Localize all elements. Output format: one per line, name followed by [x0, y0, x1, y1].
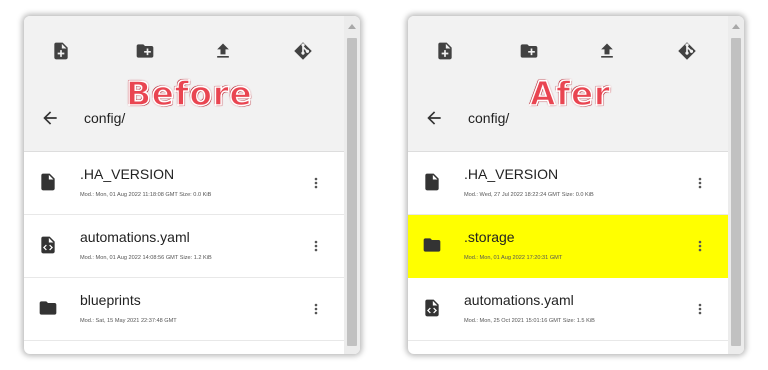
scroll-up-arrow-icon[interactable] [732, 24, 740, 29]
file-name: automations.yaml [464, 292, 574, 308]
scrollbar[interactable] [728, 16, 744, 354]
scroll-thumb[interactable] [731, 38, 741, 346]
more-vert-icon[interactable] [694, 176, 706, 190]
file-browser-header: Before config/ [24, 16, 344, 152]
before-label: Before [125, 73, 253, 114]
upload-icon[interactable] [212, 40, 234, 62]
current-path: config/ [468, 110, 510, 126]
more-vert-icon[interactable] [694, 239, 706, 253]
file-browser-header: Afer config/ [408, 16, 728, 152]
more-vert-icon[interactable] [694, 302, 706, 316]
file-row-automations[interactable]: automations.yaml Mod.: Mon, 25 Oct 2021 … [408, 278, 728, 341]
code-file-icon [38, 235, 58, 255]
scrollbar[interactable] [344, 16, 360, 354]
file-name: .HA_VERSION [80, 166, 175, 182]
folder-icon [38, 298, 58, 318]
code-file-icon [422, 298, 442, 318]
file-meta: Mod.: Mon, 01 Aug 2022 11:18:08 GMT Size… [80, 192, 212, 198]
back-arrow-icon[interactable] [424, 108, 444, 128]
file-icon [38, 172, 58, 192]
file-browser-panel-after: Afer config/ .HA_VERSION Mod.: Wed, 27 J… [408, 16, 744, 354]
file-row-automations[interactable]: automations.yaml Mod.: Mon, 01 Aug 2022 … [24, 215, 344, 278]
file-row-ha-version[interactable]: .HA_VERSION Mod.: Wed, 27 Jul 2022 18:22… [408, 152, 728, 215]
scroll-up-arrow-icon[interactable] [348, 24, 356, 29]
file-icon [422, 172, 442, 192]
more-vert-icon[interactable] [310, 239, 322, 253]
back-arrow-icon[interactable] [40, 108, 60, 128]
current-path: config/ [84, 110, 126, 126]
file-name: .HA_VERSION [464, 166, 559, 182]
folder-row-blueprints[interactable]: blueprints Mod.: Sat, 15 May 2021 22:37:… [24, 278, 344, 341]
upload-icon[interactable] [596, 40, 618, 62]
file-meta: Mod.: Mon, 01 Aug 2022 14:08:56 GMT Size… [80, 255, 212, 261]
new-folder-icon[interactable] [518, 40, 540, 62]
file-meta: Mod.: Mon, 25 Oct 2021 15:01:16 GMT Size… [464, 318, 595, 324]
file-name: blueprints [80, 292, 141, 308]
more-vert-icon[interactable] [310, 302, 322, 316]
folder-icon [422, 235, 442, 255]
file-row-ha-version[interactable]: .HA_VERSION Mod.: Mon, 01 Aug 2022 11:18… [24, 152, 344, 215]
file-browser-panel-before: Before config/ .HA_VERSION Mod.: Mon, 01… [24, 16, 360, 354]
file-meta: Mod.: Sat, 15 May 2021 22:37:48 GMT [80, 318, 177, 324]
scroll-thumb[interactable] [347, 38, 357, 346]
file-meta: Mod.: Wed, 27 Jul 2022 18:22:24 GMT Size… [464, 192, 594, 198]
new-file-icon[interactable] [50, 40, 72, 62]
folder-row-storage[interactable]: .storage Mod.: Mon, 01 Aug 2022 17:20:31… [408, 215, 728, 278]
after-label: Afer [529, 73, 611, 114]
new-folder-icon[interactable] [134, 40, 156, 62]
file-meta: Mod.: Mon, 01 Aug 2022 17:20:31 GMT [464, 255, 563, 261]
git-icon[interactable] [292, 40, 314, 62]
file-name: automations.yaml [80, 229, 190, 245]
more-vert-icon[interactable] [310, 176, 322, 190]
git-icon[interactable] [676, 40, 698, 62]
new-file-icon[interactable] [434, 40, 456, 62]
file-name: .storage [464, 229, 515, 245]
